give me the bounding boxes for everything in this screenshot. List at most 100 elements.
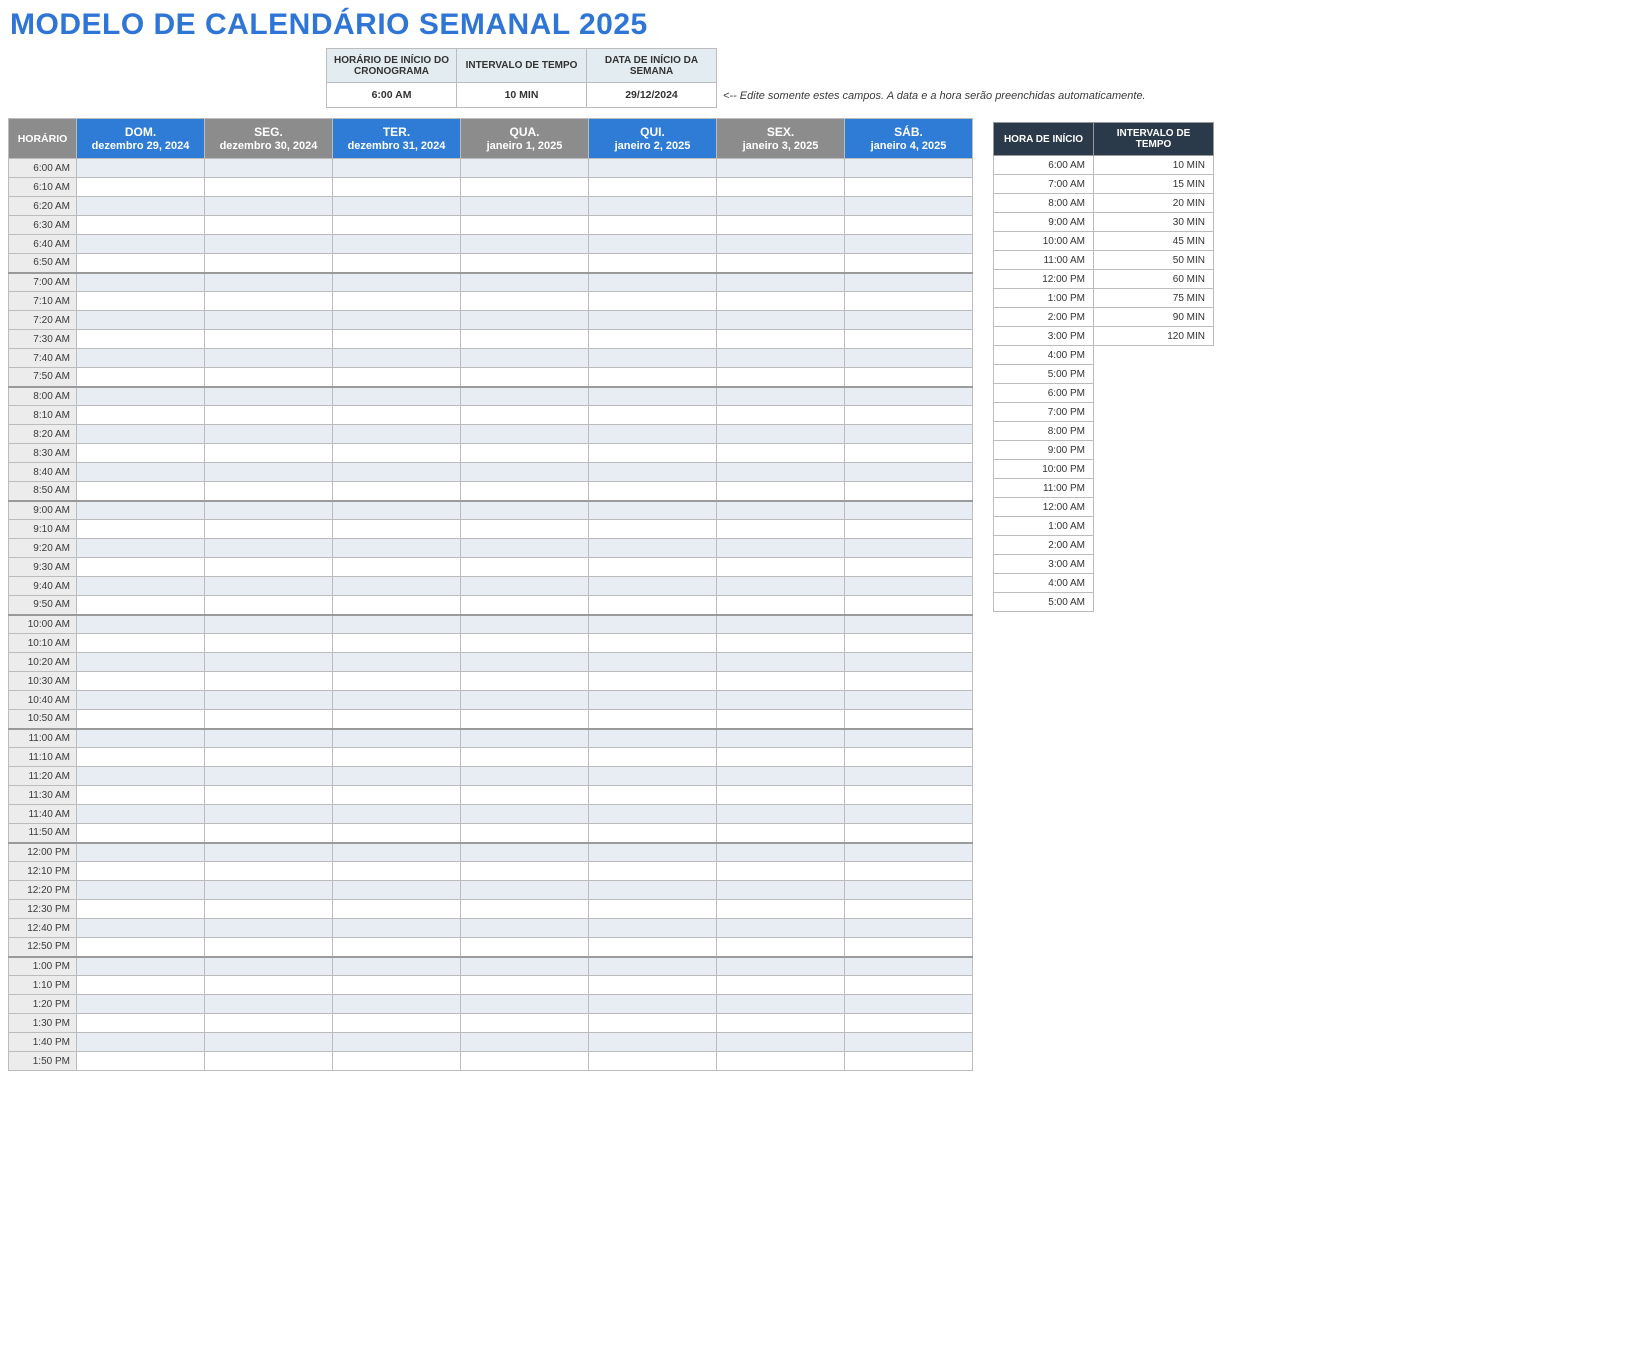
schedule-cell[interactable]	[333, 558, 461, 577]
schedule-cell[interactable]	[589, 311, 717, 330]
schedule-cell[interactable]	[205, 349, 333, 368]
schedule-cell[interactable]	[589, 330, 717, 349]
schedule-cell[interactable]	[845, 273, 973, 292]
schedule-cell[interactable]	[717, 653, 845, 672]
schedule-cell[interactable]	[77, 767, 205, 786]
schedule-cell[interactable]	[717, 710, 845, 729]
schedule-cell[interactable]	[333, 729, 461, 748]
schedule-cell[interactable]	[589, 159, 717, 178]
schedule-cell[interactable]	[205, 805, 333, 824]
schedule-cell[interactable]	[717, 786, 845, 805]
schedule-cell[interactable]	[717, 349, 845, 368]
schedule-cell[interactable]	[589, 1033, 717, 1052]
schedule-cell[interactable]	[205, 824, 333, 843]
schedule-cell[interactable]	[333, 938, 461, 957]
schedule-cell[interactable]	[717, 520, 845, 539]
schedule-cell[interactable]	[461, 330, 589, 349]
schedule-cell[interactable]	[589, 463, 717, 482]
schedule-cell[interactable]	[333, 254, 461, 273]
schedule-cell[interactable]	[205, 653, 333, 672]
schedule-cell[interactable]	[205, 995, 333, 1014]
schedule-cell[interactable]	[461, 482, 589, 501]
schedule-cell[interactable]	[717, 482, 845, 501]
schedule-cell[interactable]	[845, 957, 973, 976]
schedule-cell[interactable]	[205, 539, 333, 558]
schedule-cell[interactable]	[717, 615, 845, 634]
schedule-cell[interactable]	[845, 425, 973, 444]
schedule-cell[interactable]	[845, 463, 973, 482]
schedule-cell[interactable]	[845, 482, 973, 501]
schedule-cell[interactable]	[589, 843, 717, 862]
schedule-cell[interactable]	[205, 577, 333, 596]
schedule-cell[interactable]	[333, 881, 461, 900]
schedule-cell[interactable]	[461, 672, 589, 691]
schedule-cell[interactable]	[77, 254, 205, 273]
schedule-cell[interactable]	[205, 406, 333, 425]
schedule-cell[interactable]	[333, 615, 461, 634]
schedule-cell[interactable]	[205, 957, 333, 976]
schedule-cell[interactable]	[461, 710, 589, 729]
schedule-cell[interactable]	[589, 520, 717, 539]
schedule-cell[interactable]	[845, 216, 973, 235]
schedule-cell[interactable]	[77, 463, 205, 482]
schedule-cell[interactable]	[845, 349, 973, 368]
schedule-cell[interactable]	[205, 558, 333, 577]
schedule-cell[interactable]	[205, 501, 333, 520]
schedule-cell[interactable]	[333, 330, 461, 349]
schedule-cell[interactable]	[205, 615, 333, 634]
schedule-cell[interactable]	[77, 615, 205, 634]
schedule-cell[interactable]	[333, 1014, 461, 1033]
schedule-cell[interactable]	[77, 197, 205, 216]
schedule-cell[interactable]	[845, 558, 973, 577]
schedule-cell[interactable]	[717, 330, 845, 349]
schedule-cell[interactable]	[717, 748, 845, 767]
schedule-cell[interactable]	[77, 292, 205, 311]
schedule-cell[interactable]	[205, 634, 333, 653]
schedule-cell[interactable]	[845, 862, 973, 881]
schedule-cell[interactable]	[717, 995, 845, 1014]
schedule-cell[interactable]	[717, 558, 845, 577]
schedule-cell[interactable]	[845, 368, 973, 387]
schedule-cell[interactable]	[77, 938, 205, 957]
schedule-cell[interactable]	[717, 767, 845, 786]
schedule-cell[interactable]	[333, 691, 461, 710]
schedule-cell[interactable]	[77, 729, 205, 748]
schedule-cell[interactable]	[461, 1033, 589, 1052]
schedule-cell[interactable]	[589, 615, 717, 634]
schedule-cell[interactable]	[845, 387, 973, 406]
schedule-cell[interactable]	[333, 539, 461, 558]
schedule-cell[interactable]	[845, 919, 973, 938]
schedule-cell[interactable]	[205, 197, 333, 216]
schedule-cell[interactable]	[77, 653, 205, 672]
schedule-cell[interactable]	[845, 501, 973, 520]
schedule-cell[interactable]	[77, 805, 205, 824]
schedule-cell[interactable]	[845, 634, 973, 653]
schedule-cell[interactable]	[205, 387, 333, 406]
schedule-cell[interactable]	[845, 596, 973, 615]
schedule-cell[interactable]	[205, 368, 333, 387]
schedule-cell[interactable]	[77, 235, 205, 254]
schedule-cell[interactable]	[717, 387, 845, 406]
schedule-cell[interactable]	[845, 197, 973, 216]
schedule-cell[interactable]	[461, 463, 589, 482]
schedule-cell[interactable]	[845, 843, 973, 862]
schedule-cell[interactable]	[589, 862, 717, 881]
schedule-cell[interactable]	[205, 482, 333, 501]
schedule-cell[interactable]	[461, 900, 589, 919]
schedule-cell[interactable]	[77, 501, 205, 520]
schedule-cell[interactable]	[717, 634, 845, 653]
schedule-cell[interactable]	[333, 520, 461, 539]
config-value-start-time[interactable]: 6:00 AM	[327, 83, 457, 108]
schedule-cell[interactable]	[717, 976, 845, 995]
schedule-cell[interactable]	[205, 444, 333, 463]
schedule-cell[interactable]	[333, 634, 461, 653]
schedule-cell[interactable]	[845, 881, 973, 900]
schedule-cell[interactable]	[333, 919, 461, 938]
schedule-cell[interactable]	[717, 311, 845, 330]
schedule-cell[interactable]	[589, 254, 717, 273]
schedule-cell[interactable]	[845, 691, 973, 710]
schedule-cell[interactable]	[205, 691, 333, 710]
schedule-cell[interactable]	[717, 1052, 845, 1071]
schedule-cell[interactable]	[77, 577, 205, 596]
schedule-cell[interactable]	[461, 197, 589, 216]
